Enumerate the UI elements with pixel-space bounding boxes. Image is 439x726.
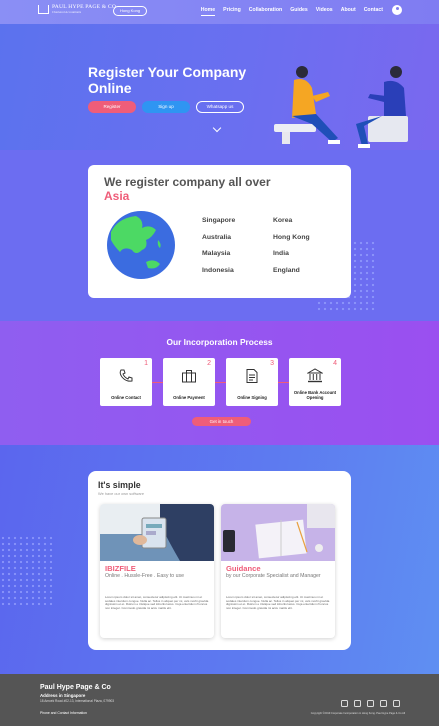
- user-circle-icon[interactable]: [392, 5, 402, 15]
- step-online-bank-account-opening[interactable]: 4 Online Bank Account Opening: [289, 358, 341, 406]
- nav-about[interactable]: About: [341, 7, 356, 16]
- country-england: England: [273, 266, 300, 274]
- country-malaysia: Malaysia: [202, 250, 231, 257]
- process-steps: 1 Online Contact 2 Online Payment 3 Onli…: [100, 358, 341, 406]
- hero-section: Register Your Company Online Register Si…: [0, 24, 439, 150]
- consultation-illustration: [274, 66, 408, 148]
- country-hong-kong: Hong Kong: [273, 233, 310, 241]
- nav-collaboration[interactable]: Collaboration: [249, 7, 282, 16]
- step-number: 4: [333, 360, 337, 367]
- asia-heading-text: We register company all over: [104, 175, 271, 189]
- footer-street: 18 Amoek Road #02-13, International Plaz…: [40, 699, 115, 703]
- step-online-payment[interactable]: 2 Online Payment: [163, 358, 215, 406]
- simple-subtitle: We have our own software: [98, 491, 144, 496]
- sign-up-button[interactable]: Sign up: [142, 101, 190, 113]
- desk-photo: [221, 504, 335, 561]
- whatsapp-button[interactable]: Whatsapp us: [196, 101, 244, 113]
- tablet-photo: [100, 504, 214, 561]
- simple-section: It's simple We have our own software IBI…: [0, 445, 439, 674]
- brand-text: PAUL HYPE PAGE & CO Chartered Accountant…: [52, 4, 116, 14]
- country-list: Singapore Korea Australia Hong Kong Mala…: [202, 217, 344, 274]
- card-title: IBIZFILE: [105, 564, 136, 573]
- step-online-signing[interactable]: 3 Online Signing: [226, 358, 278, 406]
- card-title: Guidance: [226, 564, 261, 573]
- brand-tagline: Chartered Accountants: [52, 9, 82, 14]
- get-in-touch-button[interactable]: Get in touch: [192, 417, 251, 426]
- nav-contact[interactable]: Contact: [364, 7, 383, 16]
- chevron-down-icon[interactable]: [212, 123, 222, 133]
- document-icon: [246, 369, 258, 383]
- country-australia: Australia: [202, 233, 232, 241]
- hero-title: Register Your Company Online: [88, 64, 247, 96]
- top-navigation-bar: PAUL HYPE PAGE & CO Chartered Accountant…: [0, 0, 439, 24]
- social-links: [341, 700, 400, 707]
- instagram-icon[interactable]: [367, 700, 374, 707]
- card-body: Lorem ipsum dolor sit amet, consectetur …: [105, 595, 209, 611]
- main-nav: Home Pricing Collaboration Guides Videos…: [200, 7, 383, 16]
- process-section: Our Incorporation Process 1 Online Conta…: [0, 321, 439, 445]
- hero-buttons: Register Sign up Whatsapp us: [88, 101, 244, 113]
- footer-address-title: Address in Singapore: [40, 693, 86, 698]
- footer-copyright: Copyright ©2019 Corporate Incorporation …: [310, 712, 405, 715]
- software-card: It's simple We have our own software IBI…: [88, 471, 351, 650]
- phone-icon: [119, 369, 133, 382]
- bank-icon: [307, 368, 323, 383]
- step-number: 1: [144, 360, 148, 367]
- step-label: Online Payment: [173, 395, 205, 400]
- step-number: 2: [207, 360, 211, 367]
- scales-logo-icon: [38, 5, 49, 14]
- guidance-card[interactable]: Guidance by our Corporate Specialist and…: [221, 504, 335, 638]
- country-india: India: [273, 250, 289, 257]
- brand-logo[interactable]: PAUL HYPE PAGE & CO Chartered Accountant…: [38, 4, 116, 14]
- step-label: Online Contact: [111, 395, 141, 400]
- step-online-contact[interactable]: 1 Online Contact: [100, 358, 152, 406]
- footer-contact-link[interactable]: Phone and Contact Information: [40, 711, 87, 715]
- region-selector-button[interactable]: Hong Kong: [113, 6, 148, 16]
- asia-heading: We register company all over Asia: [104, 175, 344, 203]
- footer-company-name: Paul Hype Page & Co: [40, 684, 111, 691]
- youtube-icon[interactable]: [380, 700, 387, 707]
- step-label: Online Bank Account Opening: [293, 390, 337, 400]
- asia-section: We register company all over Asia Singap…: [0, 150, 439, 321]
- facebook-icon[interactable]: [341, 700, 348, 707]
- card-tagline: by our Corporate Specialist and Manager: [226, 573, 321, 579]
- asia-card: We register company all over Asia Singap…: [88, 165, 351, 298]
- country-korea: Korea: [273, 217, 293, 224]
- footer: Paul Hype Page & Co Address in Singapore…: [0, 674, 439, 726]
- nav-pricing[interactable]: Pricing: [223, 7, 241, 16]
- register-button[interactable]: Register: [88, 101, 136, 113]
- ibizfile-card[interactable]: IBIZFILE Online . Hussle-Free . Easy to …: [100, 504, 214, 638]
- nav-guides[interactable]: Guides: [290, 7, 308, 16]
- step-label: Online Signing: [237, 395, 267, 400]
- country-indonesia: Indonesia: [202, 266, 234, 274]
- nav-home[interactable]: Home: [200, 7, 216, 16]
- process-title: Our Incorporation Process: [166, 337, 273, 347]
- simple-title: It's simple: [98, 480, 141, 490]
- briefcase-icon: [182, 370, 196, 383]
- mail-icon[interactable]: [393, 700, 400, 707]
- step-number: 3: [270, 360, 274, 367]
- country-singapore: Singapore: [202, 217, 236, 224]
- card-body: Lorem ipsum dolor sit amet, consectetur …: [226, 595, 330, 611]
- linkedin-icon[interactable]: [354, 700, 361, 707]
- dot-pattern: [0, 535, 54, 605]
- globe-icon: [107, 211, 175, 279]
- nav-videos[interactable]: Videos: [316, 7, 333, 16]
- card-tagline: Online . Hussle-Free . Easy to use: [105, 573, 184, 579]
- asia-heading-accent: Asia: [104, 189, 130, 203]
